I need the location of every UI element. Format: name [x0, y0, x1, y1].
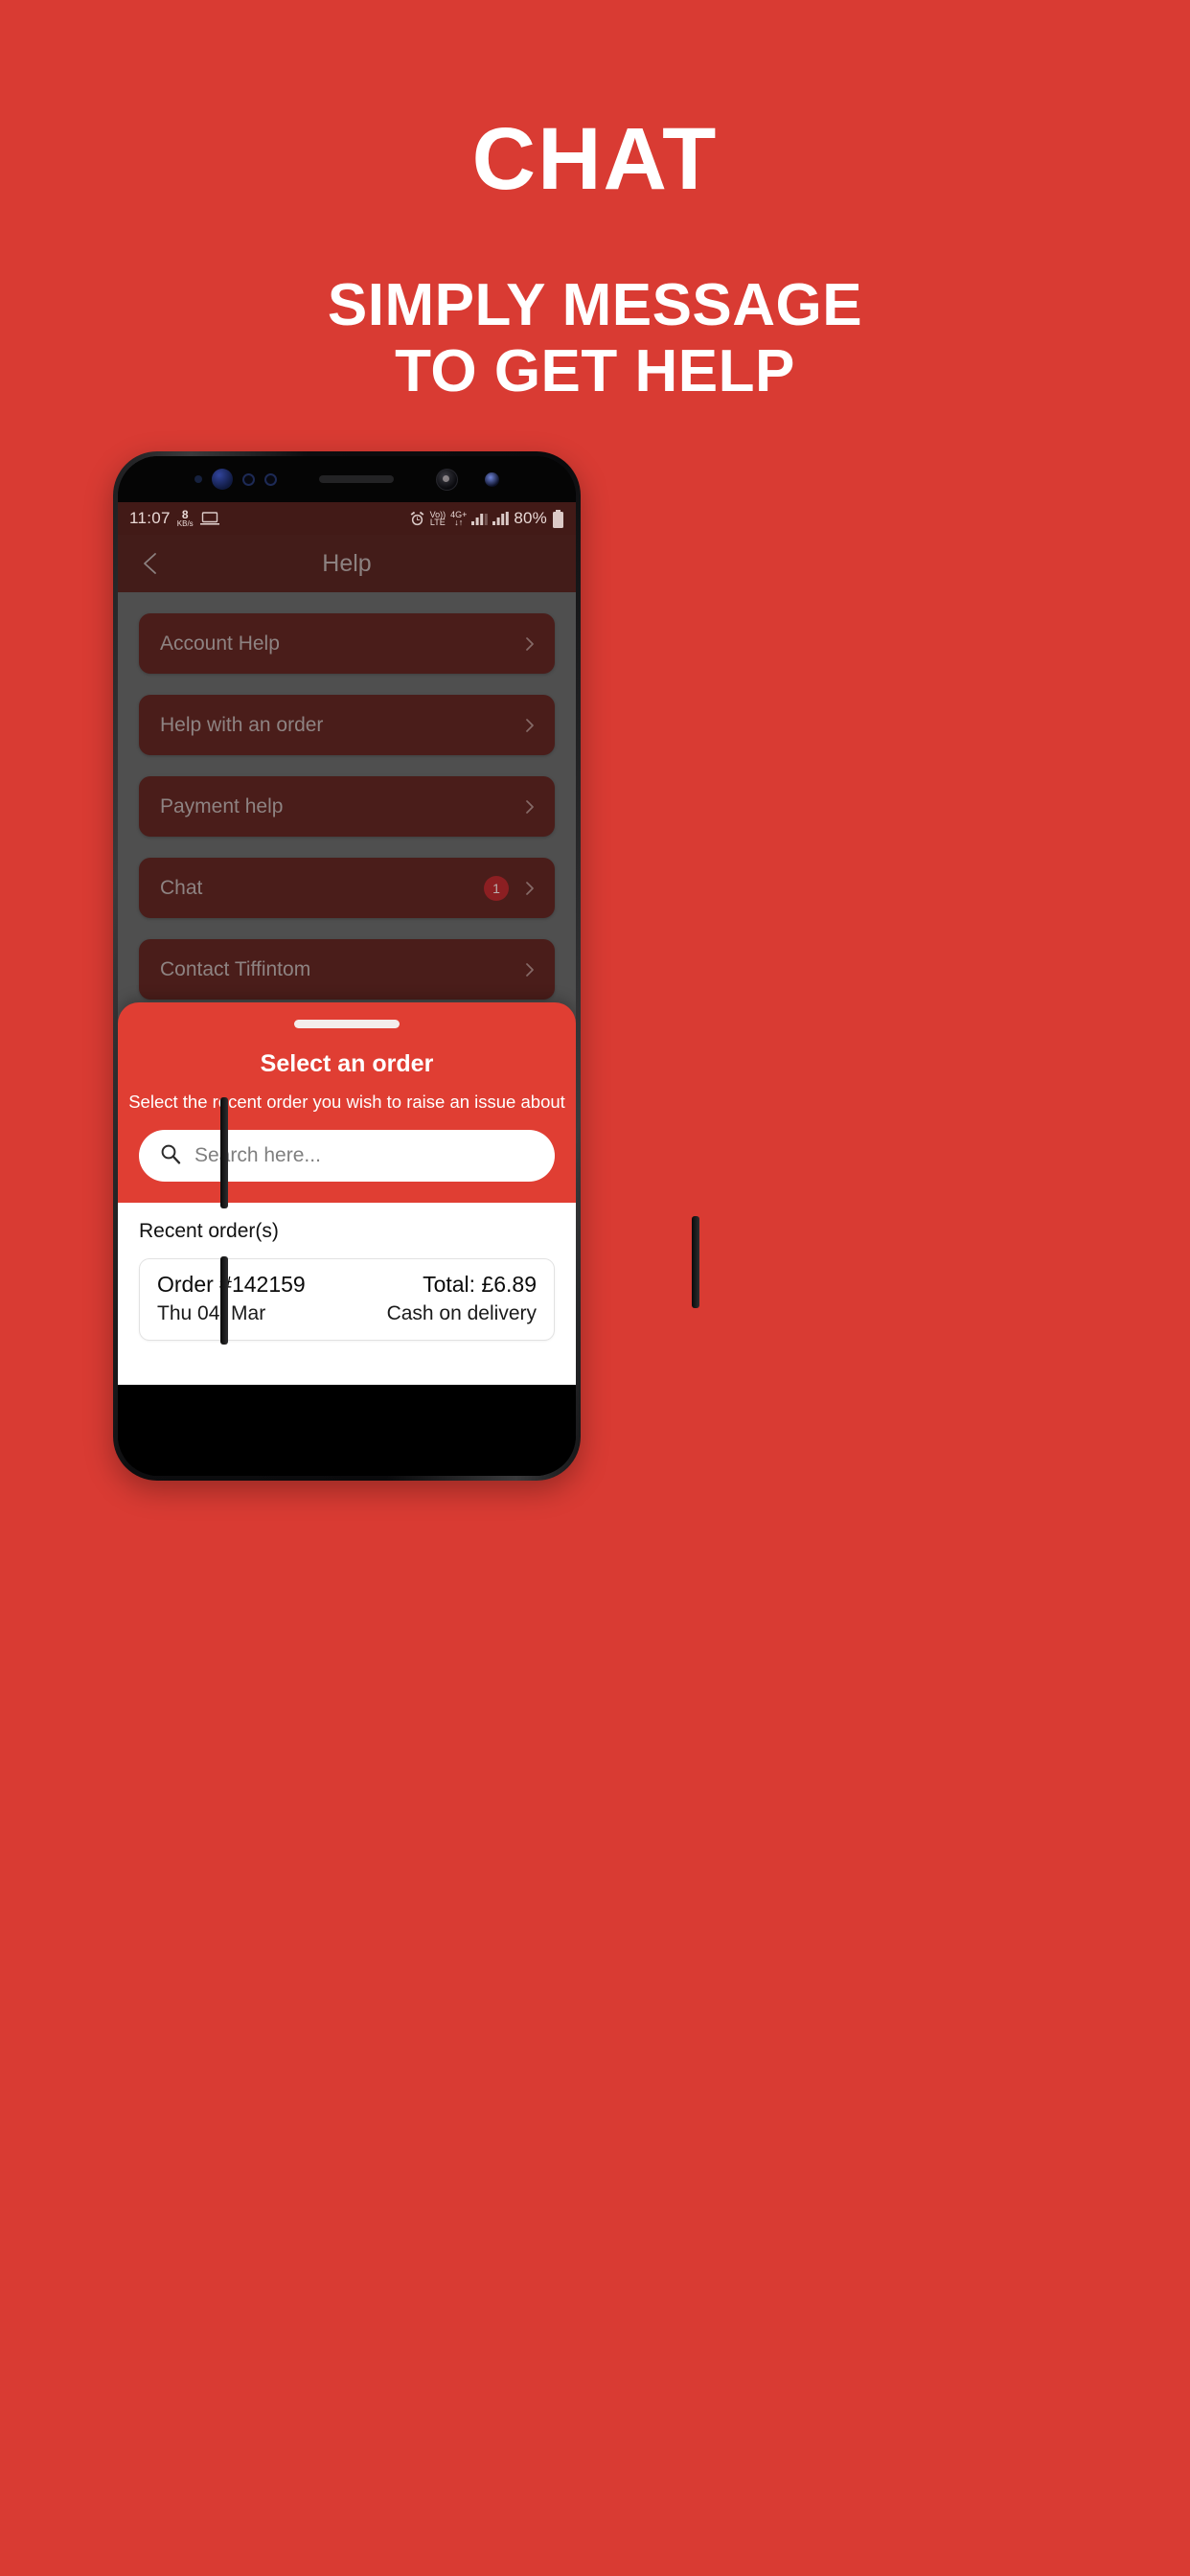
signal-bars-icon — [471, 512, 489, 525]
ir-sensor-icon — [264, 472, 277, 486]
help-item-label: Account Help — [160, 632, 280, 655]
help-item-label: Payment help — [160, 794, 284, 817]
status-bar: 11:07 8 KB/s Vo)) LTE 4G+ ↓↑ 80% — [118, 502, 576, 535]
sheet-subtitle: Select the recent order you wish to rais… — [128, 1092, 565, 1112]
promo-subtitle-line-1: SIMPLY MESSAGE — [327, 272, 863, 338]
help-item-help-with-an-order[interactable]: Help with an order — [139, 695, 555, 755]
phone-screen: 11:07 8 KB/s Vo)) LTE 4G+ ↓↑ 80% Help Ac… — [118, 502, 576, 1385]
data-rate-unit: KB/s — [176, 518, 194, 528]
page-title: Help — [322, 549, 372, 577]
order-card-right: Total: £6.89 Cash on delivery — [387, 1272, 537, 1325]
iris-camera-icon — [485, 472, 499, 487]
order-payment-method: Cash on delivery — [386, 1302, 537, 1324]
help-item-account-help[interactable]: Account Help — [139, 613, 555, 674]
phone-top-bezel — [118, 456, 576, 502]
help-item-contact-tiffintom[interactable]: Contact Tiffintom — [139, 939, 555, 1000]
chevron-right-icon — [522, 881, 538, 896]
signal-bars-icon-secondary — [492, 512, 510, 525]
promo-banner: CHAT SIMPLY MESSAGE TO GET HELP — [0, 0, 1190, 405]
data-rate-indicator: 8 KB/s — [176, 509, 194, 528]
status-time: 11:07 — [129, 509, 171, 527]
status-bar-right: Vo)) LTE 4G+ ↓↑ 80% — [409, 509, 564, 528]
promo-subtitle-line-2: TO GET HELP — [395, 338, 795, 405]
volte-line-2: LTE — [429, 518, 446, 527]
search-icon — [160, 1143, 181, 1169]
chevron-right-icon — [522, 718, 538, 733]
assistant-button[interactable] — [220, 1256, 228, 1345]
chat-unread-badge: 1 — [484, 875, 509, 901]
volte-indicator: Vo)) LTE — [429, 510, 446, 527]
search-input[interactable]: Search here... — [195, 1144, 321, 1167]
recent-orders-heading: Recent order(s) — [139, 1220, 279, 1242]
phone-body: 11:07 8 KB/s Vo)) LTE 4G+ ↓↑ 80% Help Ac… — [118, 456, 576, 1476]
chevron-right-icon — [522, 799, 538, 815]
chevron-right-icon — [522, 636, 538, 652]
sheet-title: Select an order — [260, 1050, 434, 1077]
data-arrows-icon: ↓↑ — [454, 518, 464, 527]
promo-subtitle: SIMPLY MESSAGE TO GET HELP — [0, 272, 1190, 405]
chevron-right-icon — [522, 962, 538, 978]
power-button[interactable] — [692, 1216, 699, 1308]
light-sensor-icon — [242, 472, 255, 486]
alarm-clock-icon — [409, 511, 425, 527]
sheet-drag-handle[interactable] — [294, 1020, 400, 1028]
help-item-label: Chat — [160, 876, 203, 899]
iris-scanner-icon — [212, 469, 233, 490]
recent-orders-section: Recent order(s) Order #142159 Thu 04, Ma… — [118, 1203, 576, 1385]
order-card-left: Order #142159 Thu 04, Mar — [157, 1272, 306, 1325]
network-type-indicator: 4G+ ↓↑ — [450, 510, 467, 527]
help-item-label: Contact Tiffintom — [160, 957, 311, 980]
order-total: Total: £6.89 — [423, 1272, 537, 1297]
search-bar[interactable]: Search here... — [139, 1130, 555, 1182]
volume-button[interactable] — [220, 1097, 228, 1208]
sensor-cluster — [195, 468, 499, 491]
help-item-label: Help with an order — [160, 713, 324, 736]
select-order-bottom-sheet: Select an order Select the recent order … — [118, 1002, 576, 1385]
help-item-chat[interactable]: Chat 1 — [139, 858, 555, 918]
status-bar-left: 11:07 8 KB/s — [129, 509, 219, 528]
order-card[interactable]: Order #142159 Thu 04, Mar Total: £6.89 C… — [139, 1258, 555, 1341]
order-number: Order #142159 — [157, 1272, 306, 1297]
promo-title: CHAT — [471, 110, 719, 208]
phone-mockup: 11:07 8 KB/s Vo)) LTE 4G+ ↓↑ 80% Help Ac… — [113, 451, 699, 1481]
earpiece-speaker — [319, 475, 394, 483]
laptop-icon — [199, 511, 219, 526]
order-date: Thu 04, Mar — [157, 1302, 266, 1324]
battery-icon — [552, 509, 564, 528]
phone-bottom-bezel — [118, 1385, 576, 1476]
help-menu-list: Account Help Help with an order Payment … — [118, 592, 576, 1000]
battery-percent-label: 80% — [514, 509, 547, 527]
proximity-sensor-icon — [195, 475, 202, 483]
app-header: Help — [118, 535, 576, 592]
front-camera-icon — [436, 468, 458, 491]
help-item-payment-help[interactable]: Payment help — [139, 776, 555, 837]
